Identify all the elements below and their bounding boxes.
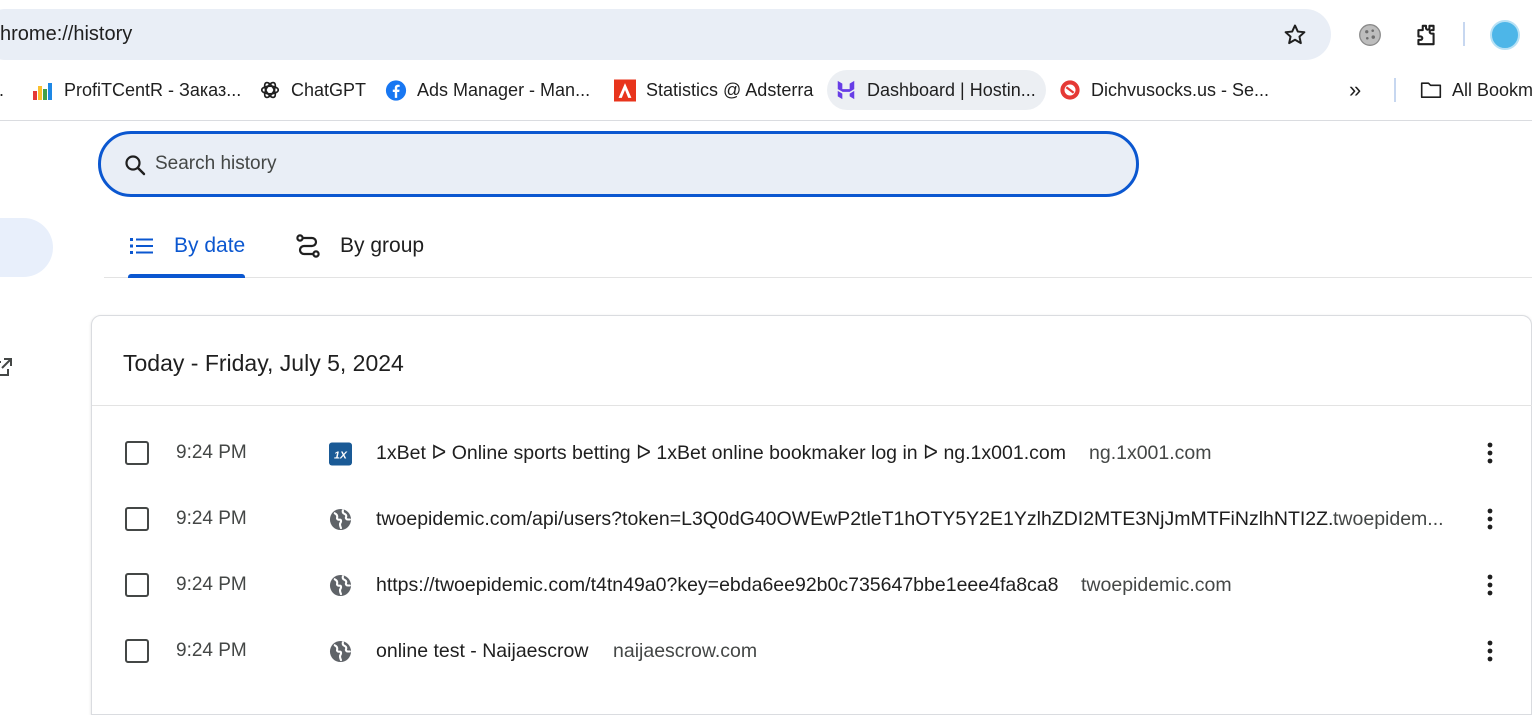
list-icon <box>128 232 156 260</box>
bookmarks-separator <box>1394 78 1396 102</box>
search-icon <box>123 153 147 177</box>
all-bookmarks-button[interactable]: All Bookm <box>1420 70 1532 110</box>
history-domain: naijaescrow.com <box>613 640 758 662</box>
history-row[interactable]: 9:24 PM online test - Naijaescrow naijae… <box>92 616 1532 682</box>
tab-by-group[interactable]: By group <box>294 215 424 277</box>
more-vert-icon[interactable] <box>1475 636 1505 666</box>
more-vert-icon[interactable] <box>1475 570 1505 600</box>
tab-label: By group <box>340 234 425 257</box>
bar-chart-icon <box>32 79 54 101</box>
row-checkbox[interactable] <box>125 441 149 465</box>
history-card: Today - Friday, July 5, 2024 9:24 PM 1X … <box>91 315 1532 715</box>
history-domain: twoepidemic.com <box>1081 574 1232 596</box>
bookmark-adsterra[interactable]: Statistics @ Adsterra <box>614 70 813 110</box>
history-row[interactable]: 9:24 PM 1X 1xBet ᐅ Online sports betting… <box>92 418 1532 484</box>
external-link-icon[interactable] <box>0 356 14 378</box>
dichvusocks-icon <box>1059 79 1081 101</box>
card-divider <box>92 405 1532 406</box>
visit-time: 9:24 PM <box>176 508 247 529</box>
history-link[interactable]: online test - Naijaescrow <box>376 616 588 686</box>
folder-icon <box>1420 79 1442 101</box>
group-icon <box>294 232 322 260</box>
chatgpt-icon <box>259 79 281 101</box>
visit-time: 9:24 PM <box>176 640 247 661</box>
row-checkbox[interactable] <box>125 507 149 531</box>
bookmark-label: Dashboard | Hostin... <box>867 79 1036 100</box>
sidebar-item-history[interactable] <box>0 218 53 277</box>
bookmark-hostinger[interactable]: Dashboard | Hostin... <box>827 70 1046 110</box>
bookmark-dichvusocks[interactable]: Dichvusocks.us - Se... <box>1059 70 1269 110</box>
history-domain: ng.1x001.com <box>1089 442 1212 464</box>
row-checkbox[interactable] <box>125 573 149 597</box>
history-domain: twoepidem... <box>1333 508 1444 530</box>
row-checkbox[interactable] <box>125 639 149 663</box>
facebook-icon <box>385 79 407 101</box>
visit-time: 9:24 PM <box>176 574 247 595</box>
adsterra-icon <box>614 79 636 101</box>
bookmark-label: ProfiTCentR - Заказ... <box>64 79 242 100</box>
cookie-extension-icon[interactable] <box>1353 18 1387 52</box>
bookmark-ads-manager[interactable]: Ads Manager - Man... <box>385 70 590 110</box>
address-bar-url[interactable]: hrome://history <box>0 9 132 60</box>
more-vert-icon[interactable] <box>1475 504 1505 534</box>
profile-avatar[interactable] <box>1490 20 1520 50</box>
all-bookmarks-label: All Bookm <box>1452 79 1532 100</box>
history-link[interactable]: twoepidemic.com/api/users?token=L3Q0dG40… <box>376 484 1344 554</box>
extensions-puzzle-icon[interactable] <box>1409 18 1443 52</box>
date-heading: Today - Friday, July 5, 2024 <box>123 350 404 376</box>
chevron-double-right-icon: » <box>1349 77 1362 102</box>
history-view-tabs: By date By group <box>104 215 1532 278</box>
globe-icon <box>329 640 352 663</box>
history-link[interactable]: 1xBet ᐅ Online sports betting ᐅ 1xBet on… <box>376 418 1066 488</box>
bookmark-label: Dichvusocks.us - Se... <box>1091 79 1270 100</box>
history-row[interactable]: 9:24 PM twoepidemic.com/api/users?token=… <box>92 484 1532 550</box>
history-link[interactable]: https://twoepidemic.com/t4tn49a0?key=ebd… <box>376 550 1059 620</box>
more-vert-icon[interactable] <box>1475 438 1505 468</box>
1xbet-icon: 1X <box>329 442 352 465</box>
bookmark-profitcentr[interactable]: ProfiTCentR - Заказ... <box>32 70 241 110</box>
globe-icon <box>329 574 352 597</box>
search-input[interactable] <box>155 146 1115 182</box>
search-history-box[interactable] <box>98 131 1139 197</box>
bookmark-label: ChatGPT <box>291 79 367 100</box>
globe-icon <box>329 508 352 531</box>
bookmark-star-icon[interactable] <box>1279 19 1311 51</box>
toolbar-separator <box>1463 22 1465 46</box>
bookmark-label: Ads Manager - Man... <box>417 79 591 100</box>
history-row[interactable]: 9:24 PM https://twoepidemic.com/t4tn49a0… <box>92 550 1532 616</box>
browser-toolbar: hrome://history <box>0 0 1532 68</box>
bookmark-chatgpt[interactable]: ChatGPT <box>259 70 366 110</box>
hostinger-icon <box>835 79 857 101</box>
address-bar[interactable]: hrome://history <box>0 9 1331 60</box>
bookmark-label: Statistics @ Adsterra <box>646 79 814 100</box>
bookmark-truncated[interactable]: .. <box>0 70 4 110</box>
tab-by-date[interactable]: By date <box>128 215 246 278</box>
svg-text:1X: 1X <box>334 449 348 461</box>
visit-time: 9:24 PM <box>176 442 247 463</box>
bookmarks-bar: .. ProfiTCentR - Заказ... ChatGPT Ads Ma… <box>0 68 1532 112</box>
tab-label: By date <box>174 234 246 257</box>
bookmarks-overflow-button[interactable]: » <box>1349 70 1361 110</box>
toolbar-divider <box>0 120 1532 121</box>
